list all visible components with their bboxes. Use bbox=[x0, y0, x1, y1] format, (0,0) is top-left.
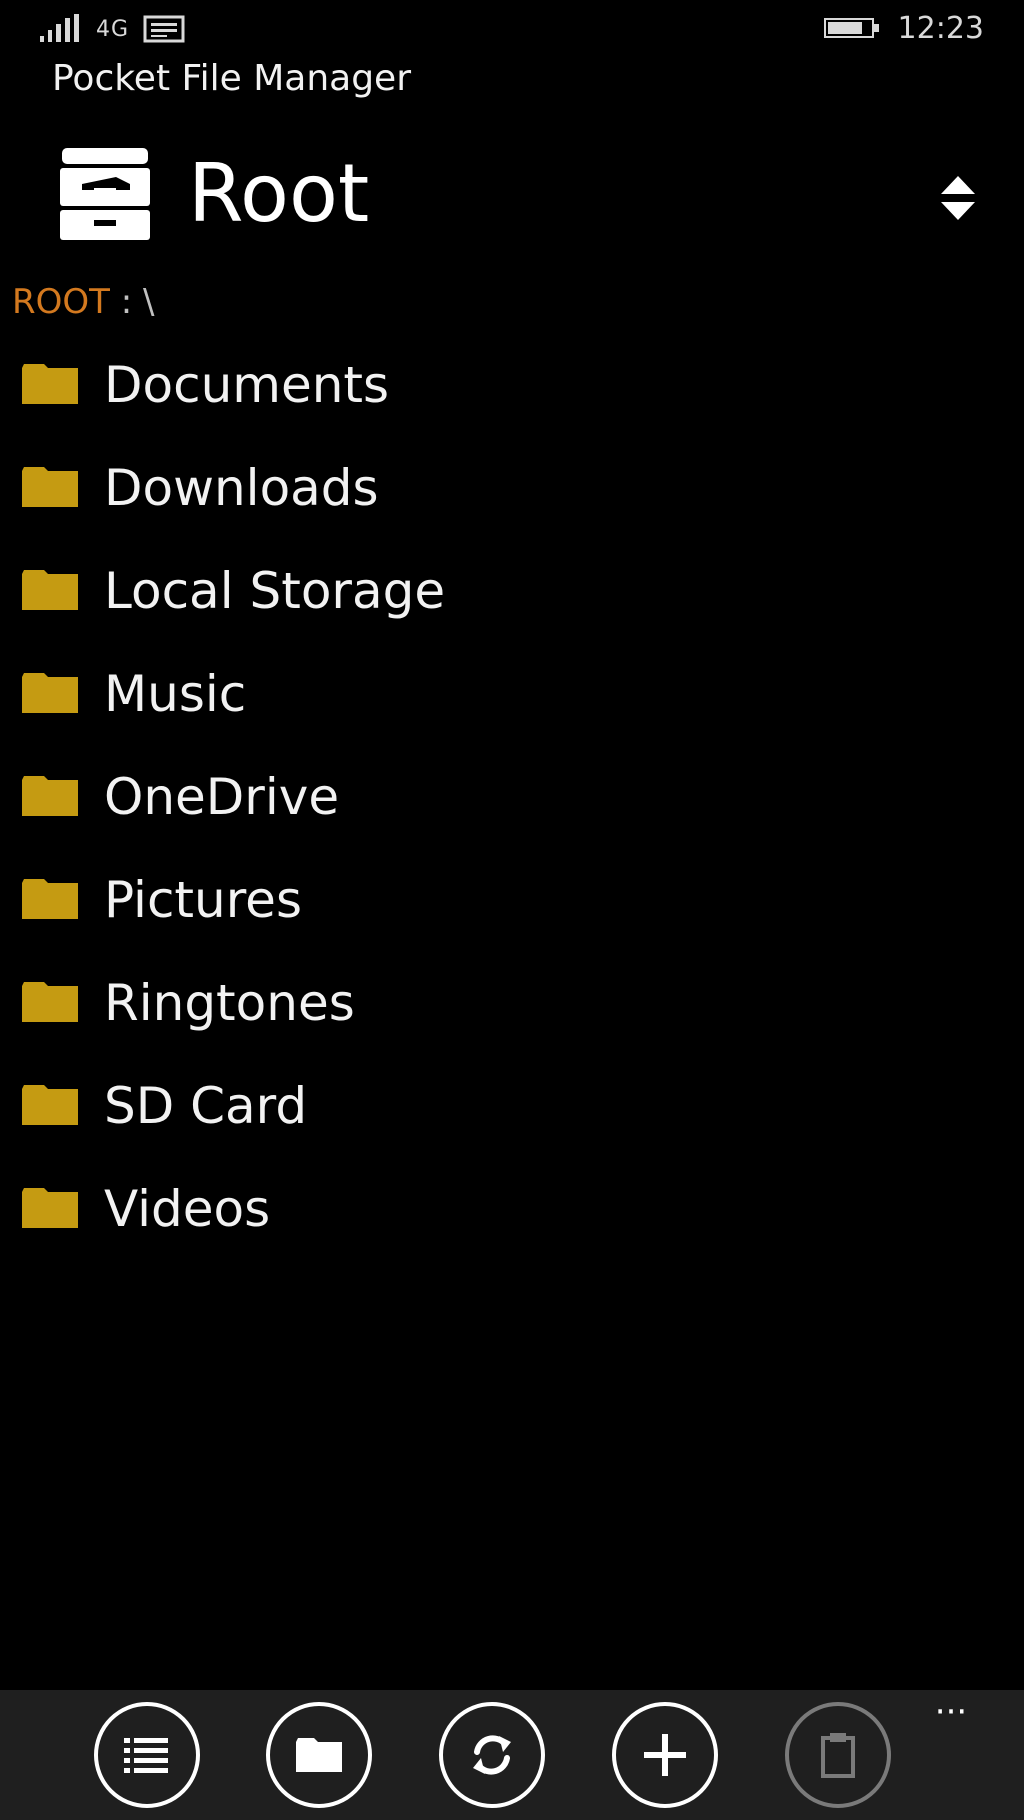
folder-name: Pictures bbox=[104, 871, 302, 929]
folder-icon bbox=[22, 364, 78, 404]
breadcrumb-root[interactable]: ROOT bbox=[12, 282, 110, 322]
folder-name: Ringtones bbox=[104, 974, 355, 1032]
list-item-music[interactable]: Music bbox=[0, 645, 1024, 748]
paste-button[interactable] bbox=[785, 1702, 891, 1808]
folder-name: Music bbox=[104, 665, 247, 723]
list-item-videos[interactable]: Videos bbox=[0, 1160, 1024, 1263]
paste-icon bbox=[821, 1733, 855, 1778]
folder-icon bbox=[296, 1738, 342, 1772]
signal-strength-icon bbox=[40, 14, 79, 42]
breadcrumb-path: \ bbox=[143, 282, 155, 322]
app-bar: ··· bbox=[0, 1690, 1024, 1820]
list-item-local-storage[interactable]: Local Storage bbox=[0, 542, 1024, 645]
folder-name: OneDrive bbox=[104, 768, 340, 826]
list-item-onedrive[interactable]: OneDrive bbox=[0, 748, 1024, 851]
breadcrumb-separator: : bbox=[109, 282, 143, 322]
folder-name: SD Card bbox=[104, 1077, 308, 1135]
folder-icon bbox=[22, 1188, 78, 1228]
app-title: Pocket File Manager bbox=[52, 58, 411, 99]
page-title: Root bbox=[188, 147, 370, 240]
folder-icon bbox=[22, 570, 78, 610]
page-header: Root bbox=[0, 138, 1024, 258]
status-bar: 4G 12:23 bbox=[0, 0, 1024, 58]
add-button[interactable] bbox=[612, 1702, 718, 1808]
status-right-group: 12:23 bbox=[823, 10, 984, 46]
list-icon bbox=[124, 1738, 168, 1773]
file-cabinet-icon bbox=[60, 148, 150, 240]
clock: 12:23 bbox=[897, 10, 984, 46]
list-item-downloads[interactable]: Downloads bbox=[0, 439, 1024, 542]
folder-name: Documents bbox=[104, 356, 390, 414]
message-icon bbox=[143, 15, 185, 43]
refresh-icon bbox=[473, 1735, 511, 1775]
network-type: 4G bbox=[96, 16, 130, 42]
sort-icon[interactable] bbox=[938, 174, 978, 222]
folder-icon bbox=[22, 673, 78, 713]
list-item-ringtones[interactable]: Ringtones bbox=[0, 954, 1024, 1057]
folder-name: Videos bbox=[104, 1180, 271, 1238]
folder-icon bbox=[22, 1085, 78, 1125]
list-item-sd-card[interactable]: SD Card bbox=[0, 1057, 1024, 1160]
folder-name: Downloads bbox=[104, 459, 379, 517]
list-item-pictures[interactable]: Pictures bbox=[0, 851, 1024, 954]
folder-name: Local Storage bbox=[104, 562, 446, 620]
folder-icon bbox=[22, 879, 78, 919]
list-view-button[interactable] bbox=[94, 1702, 200, 1808]
folder-list: Documents Downloads Local Storage Music … bbox=[0, 336, 1024, 1263]
folder-icon bbox=[22, 467, 78, 507]
list-item-documents[interactable]: Documents bbox=[0, 336, 1024, 439]
breadcrumb: ROOT : \ bbox=[12, 282, 154, 322]
add-icon bbox=[644, 1734, 686, 1776]
folder-icon bbox=[22, 982, 78, 1022]
status-left-group: 4G bbox=[38, 12, 185, 46]
more-options-button[interactable]: ··· bbox=[924, 1695, 978, 1732]
folder-icon bbox=[22, 776, 78, 816]
refresh-button[interactable] bbox=[439, 1702, 545, 1808]
new-folder-button[interactable] bbox=[266, 1702, 372, 1808]
battery-icon bbox=[823, 18, 879, 38]
